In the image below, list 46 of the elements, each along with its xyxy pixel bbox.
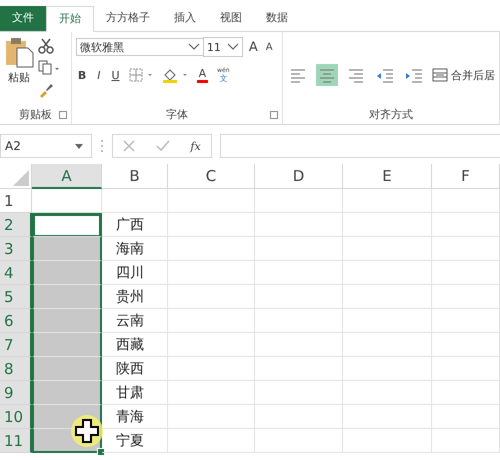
table-cell[interactable]: 西藏 bbox=[102, 333, 168, 357]
column-header[interactable]: B bbox=[102, 164, 168, 189]
ribbon-tab[interactable]: 视图 bbox=[208, 6, 254, 31]
italic-button[interactable]: I bbox=[95, 68, 103, 82]
font-size-field[interactable]: 11 bbox=[202, 37, 243, 57]
row-header[interactable]: 2 bbox=[0, 213, 32, 237]
group-label: 字体 bbox=[166, 106, 188, 122]
group-label: 剪贴板 bbox=[18, 106, 52, 122]
table-cell[interactable]: 广西 bbox=[102, 213, 168, 237]
column-header[interactable]: D bbox=[255, 164, 343, 189]
bold-button[interactable]: B bbox=[76, 68, 88, 82]
insert-function-button[interactable]: fx bbox=[190, 140, 201, 152]
row-header[interactable]: 8 bbox=[0, 357, 32, 381]
paste-button[interactable]: 粘贴 bbox=[4, 36, 34, 104]
table-cell[interactable]: 陕西 bbox=[102, 357, 168, 381]
ribbon-tab[interactable]: 开始 bbox=[46, 6, 94, 32]
font-color-button[interactable]: A bbox=[196, 68, 208, 82]
row-header[interactable]: 9 bbox=[0, 381, 32, 405]
column-header[interactable]: A bbox=[32, 164, 102, 189]
column-header[interactable]: E bbox=[343, 164, 432, 189]
row-header[interactable]: 4 bbox=[0, 261, 32, 285]
table-cell[interactable]: 甘肃 bbox=[102, 381, 168, 405]
row-header[interactable]: 5 bbox=[0, 285, 32, 309]
ribbon-tab[interactable]: 文件 bbox=[0, 6, 46, 31]
row-header[interactable]: 3 bbox=[0, 237, 32, 261]
column-header[interactable]: F bbox=[432, 164, 500, 189]
name-box[interactable]: A2 bbox=[0, 134, 92, 158]
table-cell[interactable]: 贵州 bbox=[102, 285, 168, 309]
shrink-font-button[interactable]: A bbox=[264, 42, 275, 52]
table-cell[interactable]: 青海 bbox=[102, 405, 168, 429]
font-name-field[interactable]: 微软雅黑 bbox=[76, 38, 204, 56]
row-header[interactable]: 10 bbox=[0, 405, 32, 429]
row-header[interactable]: 7 bbox=[0, 333, 32, 357]
table-cell[interactable]: 海南 bbox=[102, 237, 168, 261]
column-header[interactable]: C bbox=[168, 164, 255, 189]
grow-font-button[interactable]: A bbox=[246, 40, 260, 54]
row-header[interactable]: 6 bbox=[0, 309, 32, 333]
ribbon-tab[interactable]: 数据 bbox=[254, 6, 300, 31]
ribbon-tab[interactable]: 方方格子 bbox=[94, 6, 162, 31]
row-header[interactable]: 11 bbox=[0, 429, 32, 453]
group-label: 对齐方式 bbox=[369, 106, 413, 122]
ribbon-tab[interactable]: 插入 bbox=[162, 6, 208, 31]
table-cell[interactable]: 四川 bbox=[102, 261, 168, 285]
table-cell[interactable]: 云南 bbox=[102, 309, 168, 333]
underline-button[interactable]: U bbox=[110, 68, 122, 82]
merge-center-button[interactable]: 合并后居 bbox=[432, 67, 495, 83]
